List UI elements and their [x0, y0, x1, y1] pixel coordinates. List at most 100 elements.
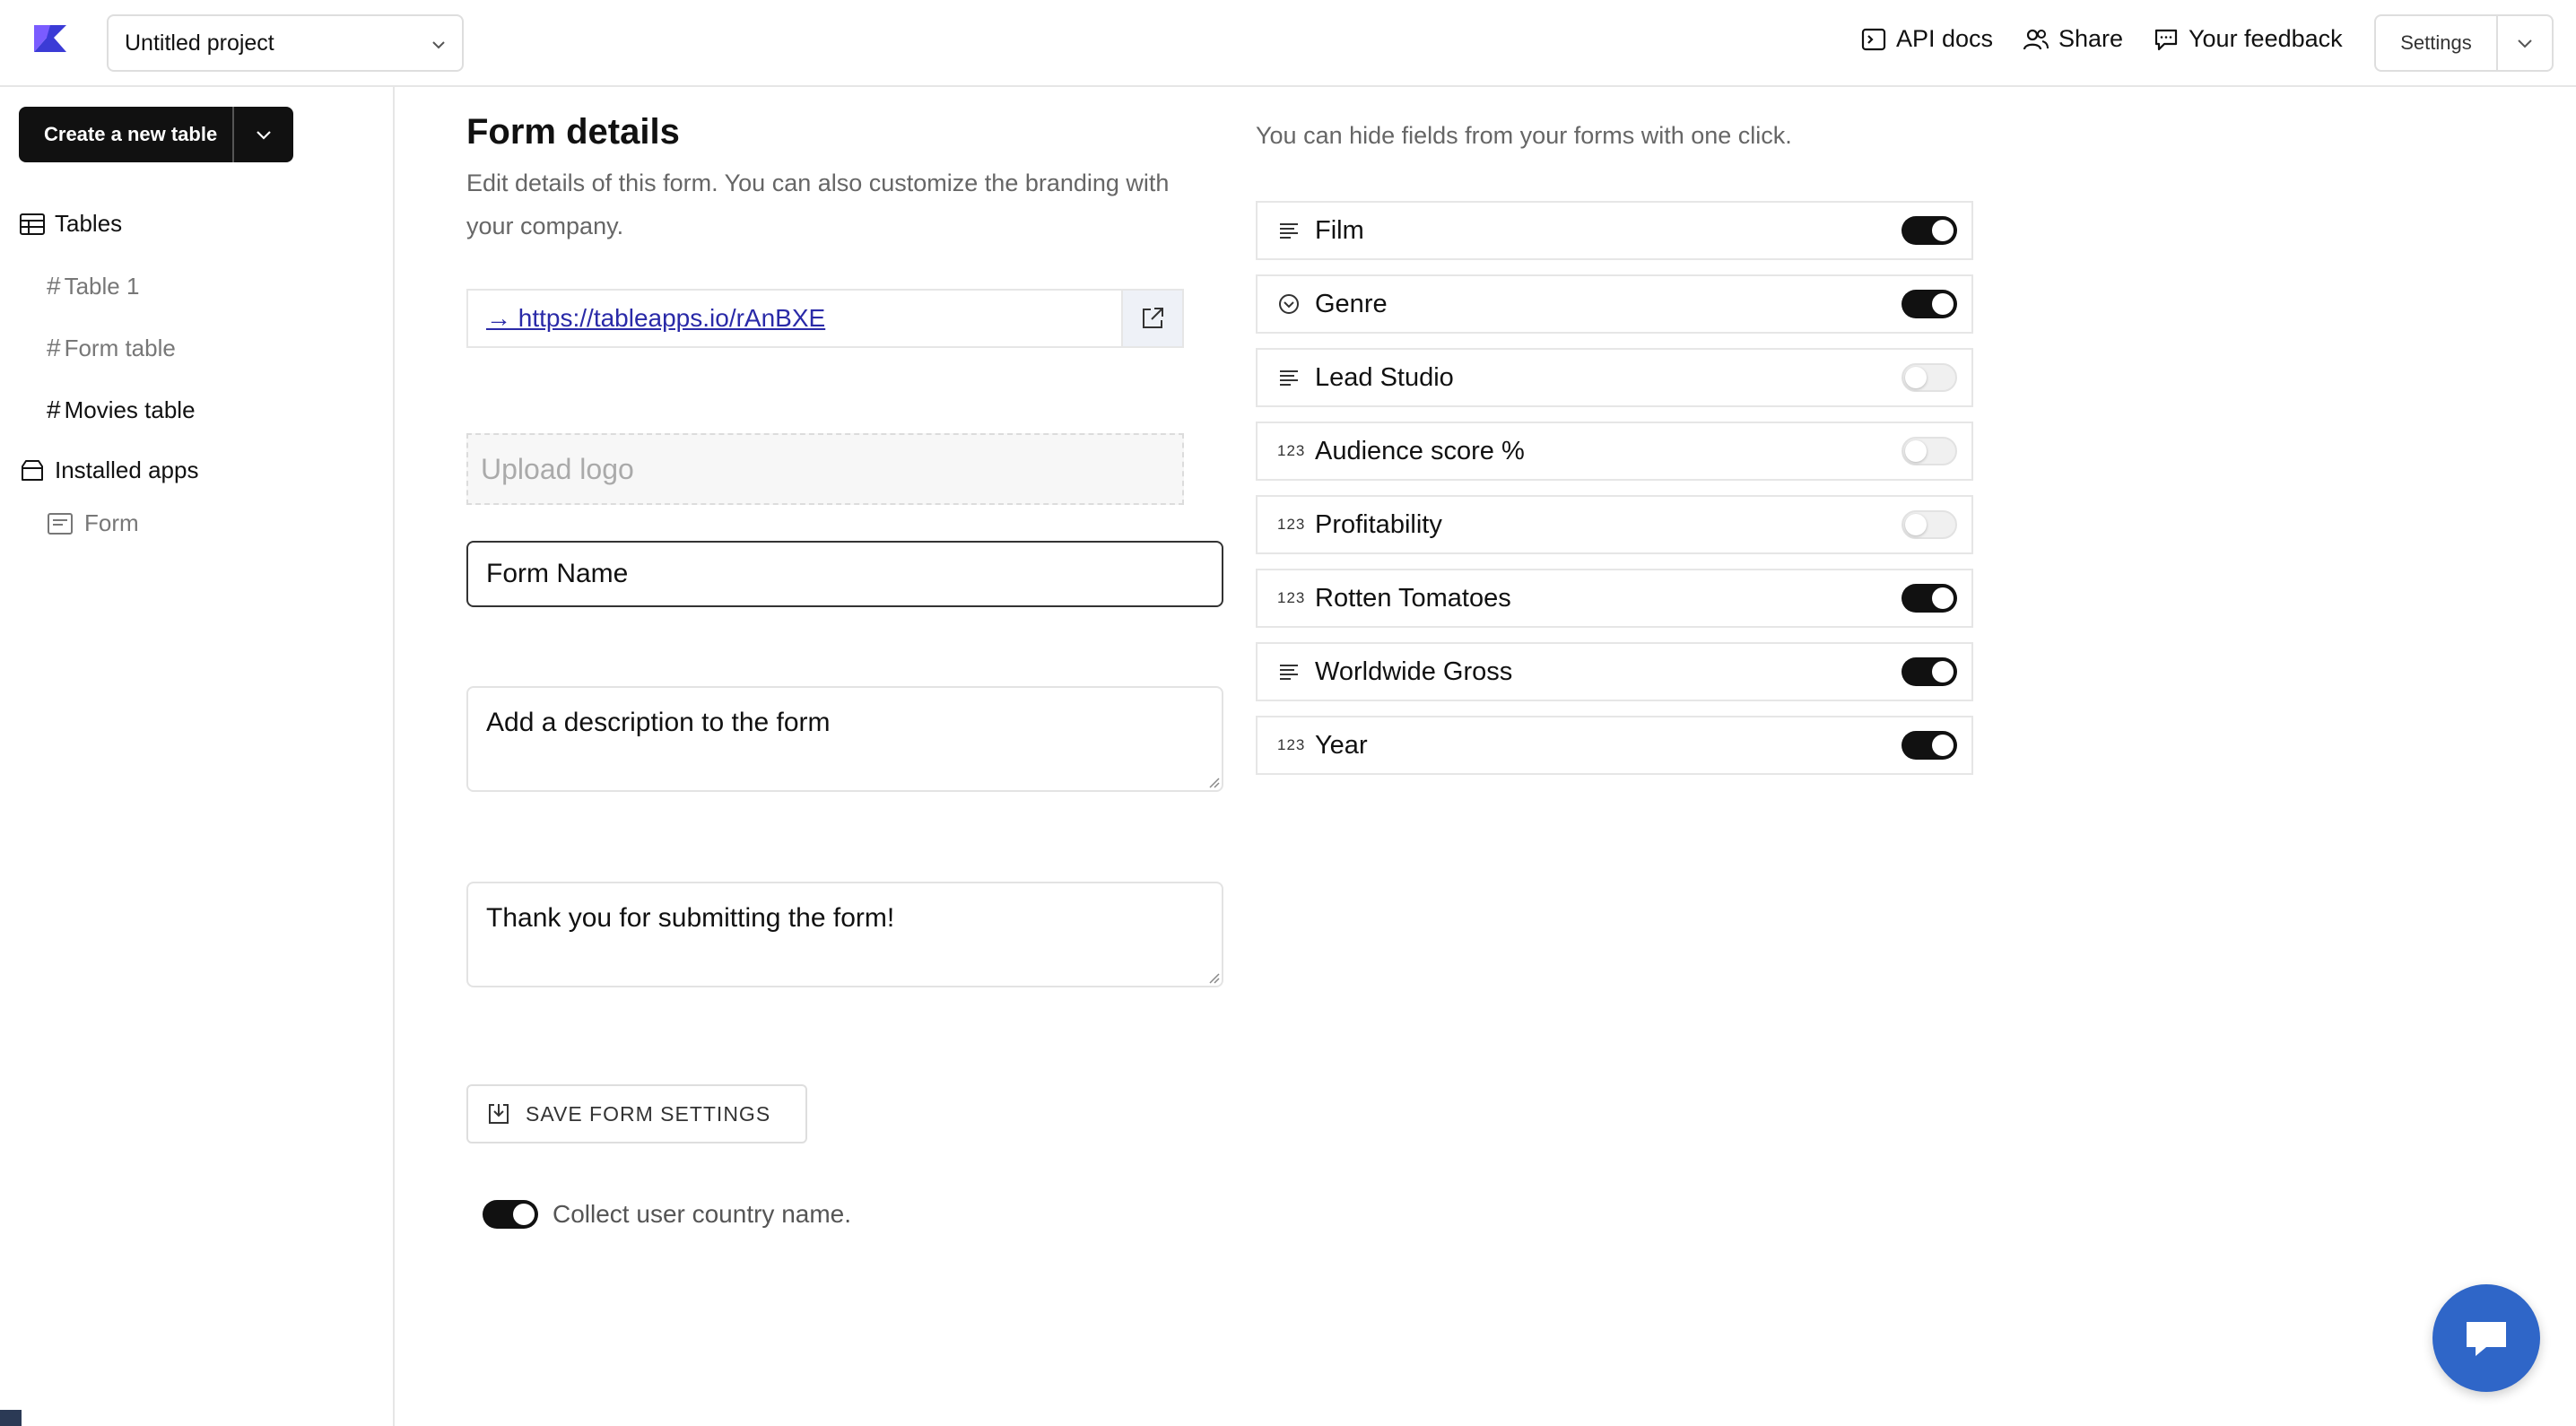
- save-form-settings-button[interactable]: SAVE FORM SETTINGS: [466, 1084, 807, 1143]
- archive-icon: [22, 459, 43, 481]
- upload-logo-dropzone[interactable]: Upload logo: [466, 433, 1184, 505]
- chevron-down-icon: [432, 41, 445, 49]
- resize-grip-icon[interactable]: [1205, 970, 1220, 984]
- sidebar-item-label: Table 1: [64, 272, 140, 300]
- form-description-value: Add a description to the form: [486, 708, 831, 737]
- create-table-dropdown-toggle[interactable]: [234, 107, 293, 162]
- share-button[interactable]: Share: [2023, 25, 2123, 53]
- field-visibility-toggle[interactable]: [1902, 437, 1957, 465]
- field-label: Lead Studio: [1315, 362, 1454, 392]
- external-link-icon: [1143, 308, 1163, 328]
- sidebar-item-table-1[interactable]: # Table 1: [47, 272, 139, 300]
- api-docs-link[interactable]: API docs: [1860, 25, 1993, 53]
- hash-icon: #: [47, 334, 61, 361]
- sidebar-item-form-table[interactable]: # Form table: [47, 334, 176, 362]
- installed-apps-heading[interactable]: Installed apps: [19, 456, 198, 484]
- field-row: Lead Studio: [1256, 348, 1973, 407]
- sidebar-item-label: Movies table: [64, 396, 196, 423]
- field-visibility-toggle[interactable]: [1902, 363, 1957, 392]
- settings-dropdown-toggle[interactable]: [2498, 16, 2552, 70]
- terminal-icon: [1861, 28, 1886, 50]
- thank-you-value: Thank you for submitting the form!: [486, 903, 895, 933]
- field-visibility-toggle[interactable]: [1902, 731, 1957, 760]
- field-row: 123 Rotten Tomatoes: [1256, 569, 1973, 628]
- form-link-box: → https://tableapps.io/rAnBXE: [466, 289, 1184, 348]
- page-title: Form details: [466, 112, 680, 152]
- field-visibility-toggle[interactable]: [1902, 290, 1957, 318]
- share-label: Share: [2058, 25, 2124, 52]
- chevron-down-icon: [2518, 39, 2532, 48]
- number-icon-text: 123: [1277, 442, 1306, 459]
- number-icon-text: 123: [1277, 516, 1306, 533]
- collect-country-toggle[interactable]: [483, 1200, 538, 1229]
- sidebar-item-form-app[interactable]: Form: [47, 509, 139, 537]
- number-icon: 123: [1277, 442, 1304, 460]
- field-row: Genre: [1256, 274, 1973, 334]
- feedback-button[interactable]: Your feedback: [2153, 25, 2343, 53]
- create-table-button[interactable]: Create a new table: [19, 107, 234, 162]
- collect-country-label: Collect user country name.: [553, 1200, 852, 1228]
- field-label: Film: [1315, 215, 1364, 245]
- chat-support-button[interactable]: [2432, 1284, 2540, 1392]
- field-label: Worldwide Gross: [1315, 656, 1513, 686]
- chat-icon: [2467, 1322, 2506, 1356]
- collect-country-row: Collect user country name.: [483, 1200, 851, 1229]
- sidebar-item-movies-table[interactable]: # Movies table: [47, 396, 196, 424]
- select-icon: [1277, 292, 1304, 316]
- field-row: Film: [1256, 201, 1973, 260]
- number-icon: 123: [1277, 736, 1304, 754]
- window-edge: [0, 1410, 22, 1426]
- settings-button[interactable]: Settings: [2376, 16, 2498, 70]
- thank-you-textarea[interactable]: Thank you for submitting the form!: [466, 882, 1223, 987]
- number-icon-text: 123: [1277, 589, 1306, 606]
- form-icon: [48, 512, 73, 535]
- table-icon: [20, 213, 45, 235]
- resize-grip-icon[interactable]: [1205, 774, 1220, 788]
- field-row: Worldwide Gross: [1256, 642, 1973, 701]
- create-table-split-button: Create a new table: [19, 107, 293, 162]
- field-label: Rotten Tomatoes: [1315, 583, 1511, 613]
- open-link-button[interactable]: [1121, 291, 1182, 346]
- api-docs-label: API docs: [1896, 25, 1994, 52]
- tables-heading[interactable]: Tables: [19, 210, 122, 238]
- field-visibility-toggle[interactable]: [1902, 657, 1957, 686]
- number-icon-text: 123: [1277, 736, 1306, 753]
- field-label: Audience score %: [1315, 436, 1525, 465]
- field-label: Profitability: [1315, 509, 1442, 539]
- text-lines-icon: [1277, 219, 1304, 242]
- settings-split-button: Settings: [2374, 14, 2554, 72]
- hash-icon: #: [47, 272, 61, 300]
- message-icon: [2154, 29, 2178, 50]
- fields-hint: You can hide fields from your forms with…: [1256, 122, 1792, 149]
- top-header: Untitled project API docs Share Your fee…: [0, 0, 2576, 87]
- feedback-label: Your feedback: [2189, 25, 2343, 52]
- number-icon: 123: [1277, 516, 1304, 534]
- hash-icon: #: [47, 396, 61, 423]
- sidebar-item-label: Form table: [64, 334, 176, 361]
- field-visibility-toggle[interactable]: [1902, 584, 1957, 613]
- tables-heading-label: Tables: [55, 210, 123, 237]
- field-visibility-toggle[interactable]: [1902, 510, 1957, 539]
- field-row: 123 Profitability: [1256, 495, 1973, 554]
- field-row: 123 Year: [1256, 716, 1973, 775]
- form-link[interactable]: → https://tableapps.io/rAnBXE: [468, 291, 1121, 346]
- project-select[interactable]: Untitled project: [107, 14, 464, 72]
- page-subtitle: Edit details of this form. You can also …: [466, 170, 1170, 239]
- project-select-value: Untitled project: [125, 30, 274, 56]
- number-icon: 123: [1277, 589, 1304, 607]
- chevron-down-icon: [257, 131, 271, 140]
- installed-apps-label: Installed apps: [55, 456, 199, 483]
- users-icon: [2023, 29, 2049, 49]
- save-button-label: SAVE FORM SETTINGS: [526, 1101, 771, 1126]
- sidebar-item-label: Form: [84, 509, 139, 536]
- field-row: 123 Audience score %: [1256, 422, 1973, 481]
- form-name-input[interactable]: Form Name: [466, 541, 1223, 607]
- text-lines-icon: [1277, 366, 1304, 389]
- field-label: Year: [1315, 730, 1368, 760]
- text-lines-icon: [1277, 660, 1304, 683]
- app-logo-icon[interactable]: [32, 23, 68, 54]
- field-label: Genre: [1315, 289, 1388, 318]
- form-description-textarea[interactable]: Add a description to the form: [466, 686, 1223, 792]
- save-icon: [489, 1104, 509, 1124]
- field-visibility-toggle[interactable]: [1902, 216, 1957, 245]
